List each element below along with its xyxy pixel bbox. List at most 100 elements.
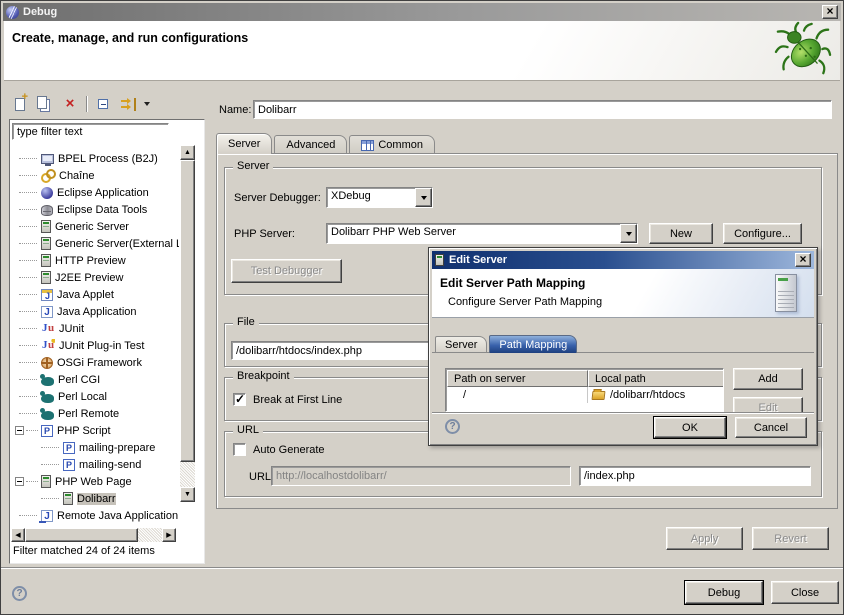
tree-item[interactable]: Generic Server(External La (11, 235, 179, 252)
tree-item[interactable]: Perl CGI (11, 371, 179, 388)
tree-item-label: Perl Remote (58, 408, 119, 420)
table-row-local-path[interactable]: /dolibarr/htdocs (588, 387, 724, 403)
tree-item[interactable]: J2EE Preview (11, 269, 179, 286)
dialog-close-icon[interactable]: × (795, 253, 811, 267)
ok-button[interactable]: OK (654, 417, 726, 438)
tree-item[interactable]: JUnit (11, 320, 179, 337)
debug-button[interactable]: Debug (685, 581, 763, 604)
chevron-down-icon[interactable] (415, 188, 432, 207)
filter-menu-caret-icon[interactable] (144, 102, 150, 106)
tree-item[interactable]: HTTP Preview (11, 252, 179, 269)
chevron-down-icon[interactable] (620, 224, 637, 243)
tree-item[interactable]: OSGi Framework (11, 354, 179, 371)
tree-item-label: JUnit Plug-in Test (59, 340, 144, 352)
php-script-icon (41, 425, 53, 437)
filter-status: Filter matched 24 of 24 items (13, 545, 155, 557)
test-debugger-button[interactable]: Test Debugger (231, 259, 342, 283)
cancel-button[interactable]: Cancel (735, 417, 807, 438)
tree-item-label: Perl CGI (58, 374, 100, 386)
scroll-down-icon[interactable]: ▼ (180, 487, 195, 502)
eclipse-logo-icon (6, 6, 19, 19)
table-row-server-path[interactable]: / (447, 387, 588, 403)
tree-item[interactable]: JUnit Plug-in Test (11, 337, 179, 354)
configure-button[interactable]: Configure... (723, 223, 802, 244)
filter-input[interactable] (12, 123, 169, 140)
remote-java-icon (41, 510, 53, 522)
tab-advanced[interactable]: Advanced (274, 135, 347, 154)
horizontal-scrollbar-track[interactable] (138, 528, 162, 542)
tree-item[interactable]: mailing-send (11, 456, 179, 473)
config-tree-panel: BPEL Process (B2J)Chaîne Eclipse Applicat… (9, 119, 205, 564)
scroll-right-icon[interactable]: ▶ (162, 528, 176, 542)
tree-item[interactable]: Chaîne (11, 167, 179, 184)
dialog-tab-path-mapping[interactable]: Path Mapping (489, 335, 577, 353)
tree-item[interactable]: Eclipse Application (11, 184, 179, 201)
name-input[interactable] (253, 100, 832, 119)
close-button[interactable]: Close (771, 581, 839, 604)
collapse-all-icon[interactable] (94, 95, 112, 113)
filter-config-icon[interactable] (119, 95, 137, 113)
php-server-select[interactable]: Dolibarr PHP Web Server (326, 223, 638, 244)
php-script-icon (63, 459, 75, 471)
new-server-button[interactable]: New (649, 223, 713, 244)
local-path-value: /dolibarr/htdocs (610, 389, 685, 401)
help-icon[interactable] (12, 586, 27, 601)
tab-common[interactable]: Common (349, 135, 435, 154)
tree-item[interactable]: Remote Java Application (11, 507, 179, 524)
collapse-expander-icon[interactable] (15, 426, 24, 435)
column-header[interactable]: Path on server (447, 370, 588, 387)
dialog-tab-server[interactable]: Server (435, 336, 487, 353)
java-application-icon (41, 306, 53, 318)
junit-icon (41, 322, 55, 336)
server-debugger-value: XDebug (327, 188, 415, 207)
tree-item[interactable]: Dolibarr (11, 490, 179, 507)
tree-item-label: PHP Web Page (55, 476, 132, 488)
auto-generate-checkbox[interactable] (233, 443, 246, 456)
horizontal-scrollbar-thumb[interactable] (25, 528, 138, 542)
tree-item[interactable]: Java Application (11, 303, 179, 320)
tree-item[interactable]: mailing-prepare (11, 439, 179, 456)
perl-icon (41, 394, 54, 403)
new-config-icon[interactable]: + (11, 95, 29, 113)
break-first-line-checkbox[interactable] (233, 393, 246, 406)
banner-title: Create, manage, and run configurations (12, 31, 248, 45)
database-icon (41, 205, 53, 216)
scroll-up-icon[interactable]: ▲ (180, 145, 195, 160)
apply-button[interactable]: Apply (666, 527, 743, 550)
dialog-titlebar: Edit Server × (432, 251, 814, 269)
url-path-input[interactable] (579, 466, 811, 486)
tree-item-label: Eclipse Application (57, 187, 149, 199)
tree-item[interactable]: Java Applet (11, 286, 179, 303)
tree-item[interactable]: Generic Server (11, 218, 179, 235)
chain-icon (41, 169, 55, 183)
file-group-legend: File (233, 316, 259, 328)
edit-server-dialog: Edit Server × Edit Server Path Mapping C… (428, 247, 818, 446)
url-base-input[interactable] (271, 466, 571, 486)
duplicate-config-icon[interactable] (36, 95, 54, 113)
column-header[interactable]: Local path (588, 370, 724, 387)
dialog-tabs: ServerPath Mapping (435, 334, 579, 353)
collapse-expander-icon[interactable] (15, 477, 24, 486)
server-debugger-select[interactable]: XDebug (326, 187, 433, 208)
server-icon (41, 220, 51, 233)
tree-item[interactable]: BPEL Process (B2J) (11, 150, 179, 167)
tree-item[interactable]: Perl Local (11, 388, 179, 405)
close-icon[interactable]: × (822, 5, 838, 19)
delete-config-icon[interactable]: × (61, 95, 79, 113)
tab-label: Common (378, 139, 423, 151)
tree-item[interactable]: PHP Web Page (11, 473, 179, 490)
vertical-scrollbar-thumb[interactable] (180, 160, 195, 462)
revert-button[interactable]: Revert (752, 527, 829, 550)
tree-item[interactable]: PHP Script (11, 422, 179, 439)
tab-server[interactable]: Server (216, 133, 272, 154)
tree-toolbar: + × (11, 93, 150, 115)
debug-bug-icon (774, 21, 832, 79)
tree-item[interactable]: Perl Remote (11, 405, 179, 422)
tab-label: Server (228, 138, 260, 150)
scroll-left-icon[interactable]: ◀ (11, 528, 25, 542)
tree-item-label: Remote Java Application (57, 510, 178, 522)
tree-item[interactable]: Eclipse Data Tools (11, 201, 179, 218)
add-mapping-button[interactable]: Add (733, 368, 803, 390)
vertical-scrollbar-track[interactable] (180, 462, 195, 487)
dialog-help-icon[interactable] (445, 419, 460, 434)
